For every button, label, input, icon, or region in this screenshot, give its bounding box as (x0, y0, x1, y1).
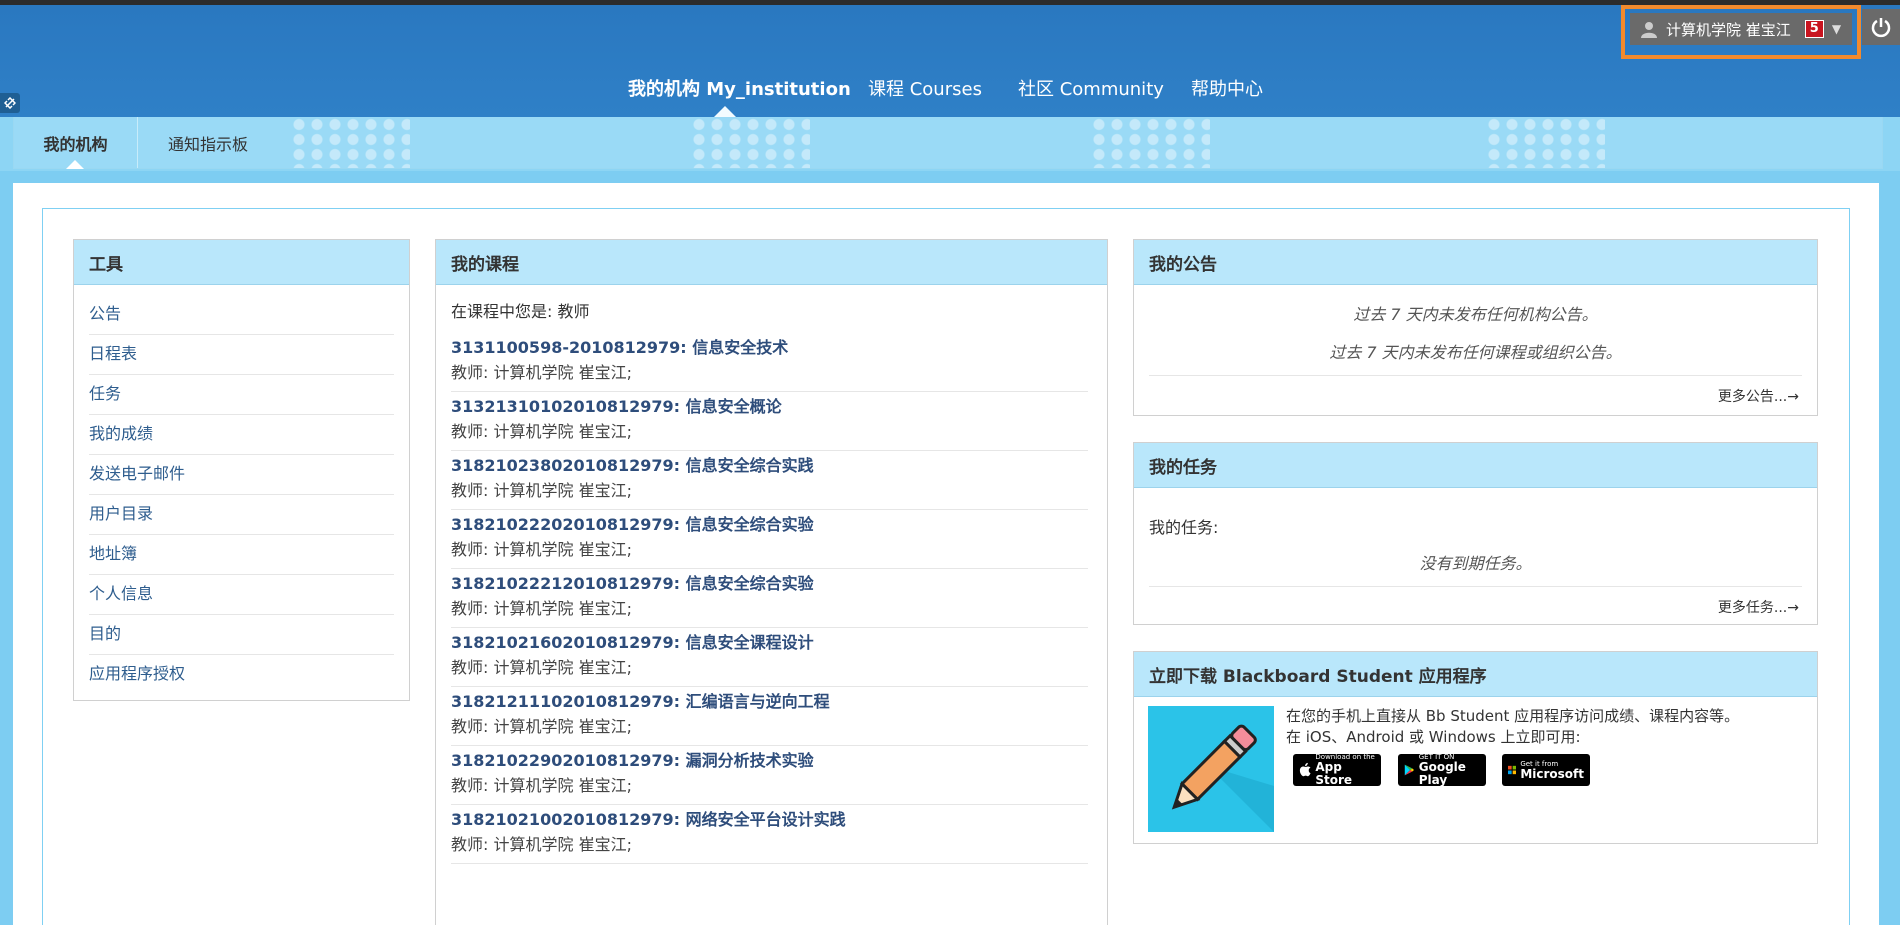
main-nav: 我的机构 My_institution 课程 Courses 社区 Commun… (0, 75, 1900, 107)
notification-badge[interactable]: 5 (1804, 20, 1824, 38)
module-title: 工具 (74, 240, 409, 285)
header: 计算机学院 崔宝江 5 ▼ 我的机构 My_institution 课程 Cou… (0, 5, 1900, 117)
announcement-empty-institution: 过去 7 天内未发布任何机构公告。 (1353, 305, 1598, 324)
course-link[interactable]: 31821021602010812979: 信息安全课程设计 (451, 630, 1088, 656)
microsoft-store-button[interactable]: Get it from Microsoft (1502, 754, 1590, 786)
tool-user-directory[interactable]: 用户目录 (89, 495, 394, 535)
nav-my-institution[interactable]: 我的机构 My_institution (628, 75, 851, 101)
divider (1149, 586, 1802, 587)
course-link[interactable]: 31821022212010812979: 信息安全综合实验 (451, 571, 1088, 597)
announcement-empty-course: 过去 7 天内未发布任何课程或组织公告。 (1329, 343, 1622, 362)
course-link[interactable]: 31821211102010812979: 汇编语言与逆向工程 (451, 689, 1088, 715)
app-promo-module: 立即下载 Blackboard Student 应用程序 在您的手机上直接从 B… (1133, 651, 1818, 844)
course-item: 31821023802010812979: 信息安全综合实践 教师: 计算机学院… (451, 451, 1088, 510)
user-icon (1641, 22, 1657, 38)
tool-address-book[interactable]: 地址簿 (89, 535, 394, 575)
app-store-button[interactable]: Download on the App Store (1293, 753, 1381, 787)
course-item: 3131100598-2010812979: 信息安全技术 教师: 计算机学院 … (451, 333, 1088, 392)
app-promo-text: 在您的手机上直接从 Bb Student 应用程序访问成绩、课程内容等。 在 i… (1286, 706, 1739, 748)
chevron-down-icon[interactable]: ▼ (1832, 22, 1841, 36)
course-instructor: 教师: 计算机学院 崔宝江; (451, 658, 632, 677)
course-link[interactable]: 31821023802010812979: 信息安全综合实践 (451, 453, 1088, 479)
logout-button[interactable] (1862, 9, 1900, 45)
course-instructor: 教师: 计算机学院 崔宝江; (451, 422, 632, 441)
tool-personal-info[interactable]: 个人信息 (89, 575, 394, 615)
tool-app-authorization[interactable]: 应用程序授权 (89, 655, 394, 695)
nav-help-center[interactable]: 帮助中心 (1191, 75, 1263, 101)
course-item: 31821211102010812979: 汇编语言与逆向工程 教师: 计算机学… (451, 687, 1088, 746)
user-name: 计算机学院 崔宝江 (1666, 20, 1791, 39)
module-title: 我的公告 (1134, 240, 1817, 285)
divider (1149, 375, 1802, 376)
tool-calendar[interactable]: 日程表 (89, 335, 394, 375)
course-item: 31821022212010812979: 信息安全综合实验 教师: 计算机学院… (451, 569, 1088, 628)
google-play-icon (1404, 764, 1414, 776)
tab-label: 我的机构 (43, 134, 108, 154)
tab-label: 通知指示板 (168, 134, 249, 154)
course-item: 31821021602010812979: 信息安全课程设计 教师: 计算机学院… (451, 628, 1088, 687)
course-item: 31821022202010812979: 信息安全综合实验 教师: 计算机学院… (451, 510, 1088, 569)
course-item: 31821022902010812979: 漏洞分析技术实验 教师: 计算机学院… (451, 746, 1088, 805)
course-instructor: 教师: 计算机学院 崔宝江; (451, 599, 632, 618)
course-instructor: 教师: 计算机学院 崔宝江; (451, 540, 632, 559)
app-promo-line2: 在 iOS、Android 或 Windows 上立即可用: (1286, 728, 1581, 746)
store-big-text: Microsoft (1520, 766, 1584, 781)
user-menu-highlight: 计算机学院 崔宝江 5 ▼ (1621, 5, 1861, 59)
module-title: 我的任务 (1134, 443, 1817, 488)
tools-list: 公告 日程表 任务 我的成绩 发送电子邮件 用户目录 地址簿 个人信息 目的 应… (74, 285, 409, 695)
app-promo-line1: 在您的手机上直接从 Bb Student 应用程序访问成绩、课程内容等。 (1286, 707, 1740, 725)
pencil-app-image (1148, 706, 1274, 832)
nav-community[interactable]: 社区 Community (1018, 75, 1164, 101)
tasks-module: 我的任务 我的任务: 没有到期任务。 更多任务...→ (1133, 442, 1818, 625)
store-big-text: Google Play (1418, 760, 1466, 787)
course-item: 31321310102010812979: 信息安全概论 教师: 计算机学院 崔… (451, 392, 1088, 451)
subtab-active-pointer (66, 160, 84, 169)
course-instructor: 教师: 计算机学院 崔宝江; (451, 776, 632, 795)
course-link[interactable]: 31821021002010812979: 网络安全平台设计实践 (451, 807, 1088, 833)
more-announcements-link[interactable]: 更多公告...→ (1134, 386, 1817, 406)
tasks-empty: 没有到期任务。 (1419, 554, 1532, 573)
course-instructor: 教师: 计算机学院 崔宝江; (451, 481, 632, 500)
module-title: 我的课程 (436, 240, 1107, 285)
course-link[interactable]: 3131100598-2010812979: 信息安全技术 (451, 335, 1088, 361)
google-play-button[interactable]: GET IT ON Google Play (1398, 753, 1486, 787)
tool-tasks[interactable]: 任务 (89, 375, 394, 415)
courses-module: 我的课程 在课程中您是: 教师 3131100598-2010812979: 信… (435, 239, 1108, 925)
sub-tabs: 我的机构 通知指示板 (13, 117, 1883, 169)
course-link[interactable]: 31821022902010812979: 漏洞分析技术实验 (451, 748, 1088, 774)
power-icon (1871, 18, 1891, 38)
link-icon[interactable] (0, 93, 20, 113)
tool-send-email[interactable]: 发送电子邮件 (89, 455, 394, 495)
announcements-module: 我的公告 过去 7 天内未发布任何机构公告。 过去 7 天内未发布任何课程或组织… (1133, 239, 1818, 416)
apple-icon (1299, 762, 1311, 777)
course-link[interactable]: 31821022202010812979: 信息安全综合实验 (451, 512, 1088, 538)
module-title: 立即下载 Blackboard Student 应用程序 (1134, 652, 1817, 697)
course-item: 31821021002010812979: 网络安全平台设计实践 教师: 计算机… (451, 805, 1088, 864)
tool-my-grades[interactable]: 我的成绩 (89, 415, 394, 455)
tools-module: 工具 公告 日程表 任务 我的成绩 发送电子邮件 用户目录 地址簿 个人信息 目… (73, 239, 410, 701)
tool-announcements[interactable]: 公告 (89, 295, 394, 335)
tasks-label: 我的任务: (1149, 518, 1219, 537)
microsoft-icon (1508, 765, 1517, 775)
tab-notification-dashboard[interactable]: 通知指示板 (168, 117, 248, 168)
tool-goals[interactable]: 目的 (89, 615, 394, 655)
course-link[interactable]: 31321310102010812979: 信息安全概论 (451, 394, 1088, 420)
user-menu[interactable]: 计算机学院 崔宝江 5 ▼ (1630, 13, 1852, 45)
nav-active-pointer (714, 106, 736, 117)
course-instructor: 教师: 计算机学院 崔宝江; (451, 717, 632, 736)
course-instructor: 教师: 计算机学院 崔宝江; (451, 835, 632, 854)
more-tasks-link[interactable]: 更多任务...→ (1134, 597, 1817, 617)
nav-courses[interactable]: 课程 Courses (868, 75, 982, 101)
course-instructor: 教师: 计算机学院 崔宝江; (451, 363, 632, 382)
store-big-text: App Store (1315, 760, 1353, 787)
course-role-line: 在课程中您是: 教师 (451, 302, 590, 321)
